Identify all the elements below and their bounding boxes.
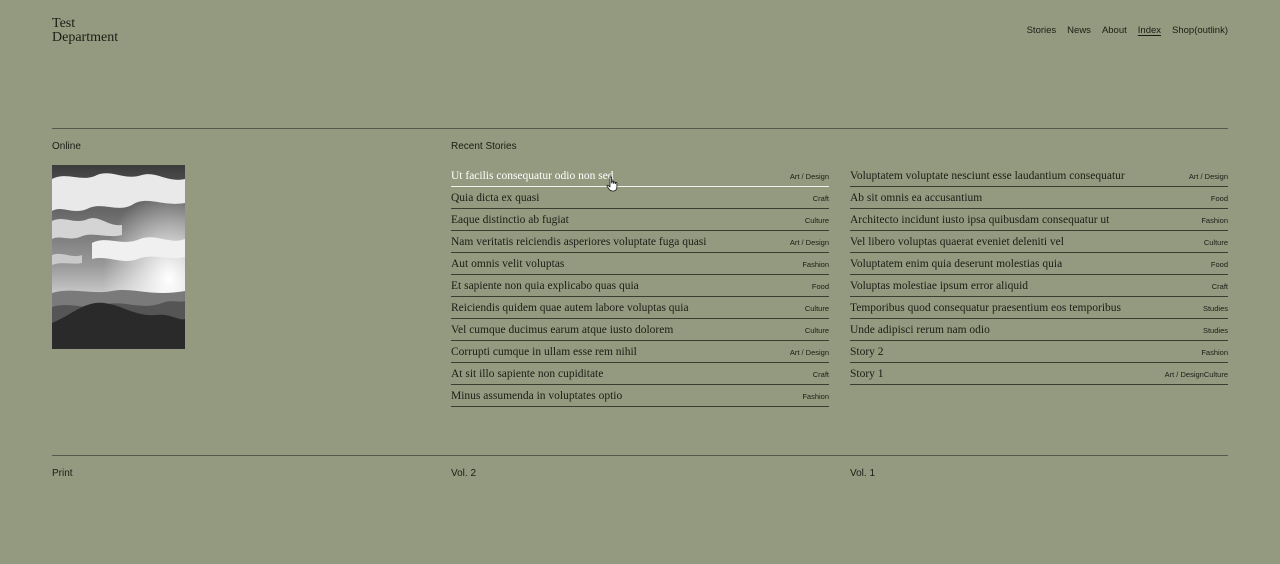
story-link[interactable]: Eaque distinctio ab fugiat Culture <box>451 209 829 231</box>
nav-index[interactable]: Index <box>1138 25 1161 37</box>
story-title: Ut facilis consequatur odio non sed <box>451 170 614 182</box>
story-category: Craft <box>812 194 829 203</box>
divider-top <box>52 128 1228 129</box>
story-title: Eaque distinctio ab fugiat <box>451 214 569 226</box>
story-link[interactable]: Voluptatem voluptate nesciunt esse lauda… <box>850 165 1228 187</box>
online-heading: Online <box>52 141 81 152</box>
story-link[interactable]: Quia dicta ex quasi Craft <box>451 187 829 209</box>
story-category: Culture <box>1203 238 1228 247</box>
story-category: Art / Design <box>789 348 829 357</box>
story-title: Reiciendis quidem quae autem labore volu… <box>451 302 689 314</box>
story-title: Nam veritatis reiciendis asperiores volu… <box>451 236 707 248</box>
story-category: Craft <box>812 370 829 379</box>
recent-stories-list-1: Ut facilis consequatur odio non sed Art /… <box>451 165 829 407</box>
site-logo[interactable]: Test Department <box>52 17 118 45</box>
story-title: Architecto incidunt iusto ipsa quibusdam… <box>850 214 1110 226</box>
story-title: Minus assumenda in voluptates optio <box>451 390 623 402</box>
story-title: Aut omnis velit voluptas <box>451 258 565 270</box>
story-title: Voluptas molestiae ipsum error aliquid <box>850 280 1029 292</box>
story-link[interactable]: Reiciendis quidem quae autem labore volu… <box>451 297 829 319</box>
story-link[interactable]: Voluptas molestiae ipsum error aliquid Cr… <box>850 275 1228 297</box>
story-link[interactable]: Architecto incidunt iusto ipsa quibusdam… <box>850 209 1228 231</box>
story-link[interactable]: Unde adipisci rerum nam odio Studies <box>850 319 1228 341</box>
story-category: Culture <box>804 326 829 335</box>
story-category: Fashion <box>1201 348 1228 357</box>
logo-line-2: Department <box>52 30 119 45</box>
story-title: Vel libero voluptas quaerat eveniet dele… <box>850 236 1064 248</box>
story-category: Studies <box>1202 326 1228 335</box>
story-title: Et sapiente non quia explicabo quas quia <box>451 280 639 292</box>
online-cover-image[interactable] <box>52 165 185 349</box>
story-category: Craft <box>1211 282 1228 291</box>
story-title: At sit illo sapiente non cupiditate <box>451 368 604 380</box>
divider-bottom <box>52 455 1228 456</box>
story-category: Fashion <box>802 392 829 401</box>
logo-line-1: Test <box>52 16 76 31</box>
story-category: Culture <box>804 216 829 225</box>
story-title: Temporibus quod consequatur praesentium … <box>850 302 1121 314</box>
story-link[interactable]: Story 1 Art / DesignCulture <box>850 363 1228 385</box>
story-link[interactable]: Vel libero voluptas quaerat eveniet dele… <box>850 231 1228 253</box>
story-link[interactable]: Ut facilis consequatur odio non sed Art /… <box>451 165 829 187</box>
story-title: Unde adipisci rerum nam odio <box>850 324 990 336</box>
story-link[interactable]: Temporibus quod consequatur praesentium … <box>850 297 1228 319</box>
story-link[interactable]: Story 2 Fashion <box>850 341 1228 363</box>
print-heading: Print <box>52 468 73 479</box>
story-link[interactable]: Nam veritatis reiciendis asperiores volu… <box>451 231 829 253</box>
main-nav: Stories News About Index Shop(outlink) <box>1027 25 1228 37</box>
story-category: Art / Design <box>1188 172 1228 181</box>
nav-news[interactable]: News <box>1067 25 1091 37</box>
story-link[interactable]: Ab sit omnis ea accusantium Food <box>850 187 1228 209</box>
vol-1-link[interactable]: Vol. 1 <box>850 468 875 480</box>
story-title: Voluptatem enim quia deserunt molestias … <box>850 258 1063 270</box>
story-category: Art / Design <box>789 238 829 247</box>
story-category: Art / DesignCulture <box>1164 370 1228 379</box>
story-link[interactable]: At sit illo sapiente non cupiditate Craft <box>451 363 829 385</box>
nav-shop[interactable]: Shop(outlink) <box>1172 25 1228 37</box>
story-link[interactable]: Aut omnis velit voluptas Fashion <box>451 253 829 275</box>
recent-stories-list-2: Voluptatem voluptate nesciunt esse lauda… <box>850 165 1228 385</box>
nav-about[interactable]: About <box>1102 25 1127 37</box>
story-title: Voluptatem voluptate nesciunt esse lauda… <box>850 170 1125 182</box>
vol-2-link[interactable]: Vol. 2 <box>451 468 476 480</box>
story-link[interactable]: Vel cumque ducimus earum atque iusto dol… <box>451 319 829 341</box>
story-link[interactable]: Corrupti cumque in ullam esse rem nihil A… <box>451 341 829 363</box>
story-title: Story 1 <box>850 368 884 380</box>
story-category: Studies <box>1202 304 1228 313</box>
story-link[interactable]: Minus assumenda in voluptates optio Fashi… <box>451 385 829 407</box>
story-link[interactable]: Voluptatem enim quia deserunt molestias … <box>850 253 1228 275</box>
story-title: Quia dicta ex quasi <box>451 192 540 204</box>
story-category: Food <box>1210 260 1228 269</box>
story-title: Vel cumque ducimus earum atque iusto dol… <box>451 324 674 336</box>
recent-stories-heading: Recent Stories <box>451 141 517 152</box>
story-category: Fashion <box>1201 216 1228 225</box>
story-title: Corrupti cumque in ullam esse rem nihil <box>451 346 637 358</box>
story-category: Fashion <box>802 260 829 269</box>
story-link[interactable]: Et sapiente non quia explicabo quas quia… <box>451 275 829 297</box>
story-title: Ab sit omnis ea accusantium <box>850 192 983 204</box>
story-title: Story 2 <box>850 346 884 358</box>
story-category: Culture <box>804 304 829 313</box>
story-category: Food <box>1210 194 1228 203</box>
landscape-photo-icon <box>52 165 185 349</box>
nav-stories[interactable]: Stories <box>1027 25 1057 37</box>
story-category: Art / Design <box>789 172 829 181</box>
story-category: Food <box>811 282 829 291</box>
